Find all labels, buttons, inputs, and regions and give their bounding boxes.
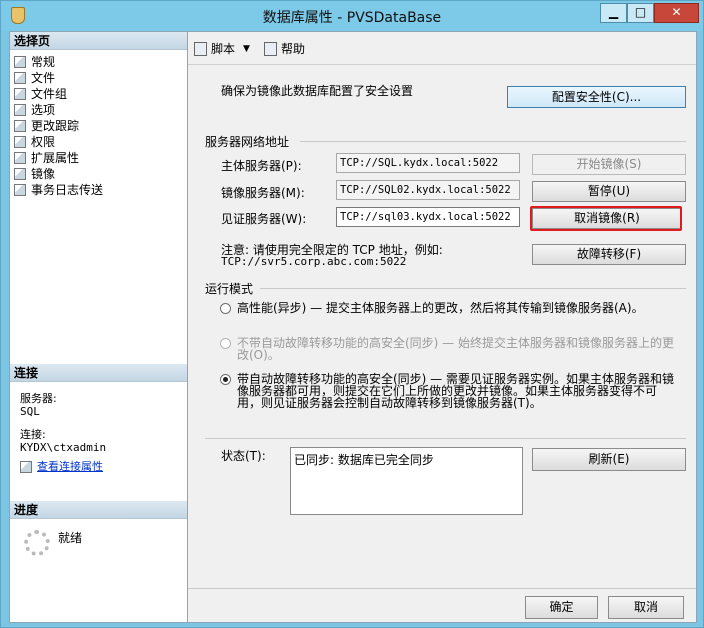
- page-item-log-shipping[interactable]: 事务日志传送: [14, 182, 103, 198]
- page-icon: [14, 152, 26, 164]
- page-icon: [14, 72, 26, 84]
- page-item-files[interactable]: 文件: [14, 70, 103, 86]
- high-safety-failover-label: 带自动故障转移功能的高安全(同步) — 需要见证服务器实例。如果主体服务器和镜像…: [237, 372, 674, 410]
- note-line-2: TCP://svr5.corp.abc.com:5022: [221, 255, 407, 268]
- progress-header: 进度: [10, 501, 187, 519]
- help-icon: [264, 41, 277, 56]
- close-button[interactable]: ✕: [654, 3, 699, 23]
- page-item-extended-properties[interactable]: 扩展属性: [14, 150, 103, 166]
- connection-label: 连接:: [20, 428, 46, 441]
- dialog-content: 选择页 常规 文件 文件组 选项 更改跟踪 权限 扩展属性 镜像 事务日志传送 …: [9, 31, 697, 623]
- page-item-change-tracking[interactable]: 更改跟踪: [14, 118, 103, 134]
- principal-server-label: 主体服务器(P):: [221, 159, 302, 173]
- cancel-button[interactable]: 取消: [608, 596, 684, 619]
- page-icon: [14, 184, 26, 196]
- script-icon: [194, 41, 207, 56]
- server-value: SQL: [20, 405, 40, 418]
- page-icon: [14, 104, 26, 116]
- refresh-button[interactable]: 刷新(E): [532, 448, 686, 471]
- left-panel: 选择页 常规 文件 文件组 选项 更改跟踪 权限 扩展属性 镜像 事务日志传送 …: [10, 32, 188, 622]
- page-icon: [14, 88, 26, 100]
- progress-spinner-icon: [24, 530, 50, 556]
- principal-server-field[interactable]: TCP://SQL.kydx.local:5022: [336, 153, 520, 173]
- page-icon: [14, 120, 26, 132]
- page-item-mirroring[interactable]: 镜像: [14, 166, 103, 182]
- failover-button[interactable]: 故障转移(F): [532, 244, 686, 265]
- page-list: 常规 文件 文件组 选项 更改跟踪 权限 扩展属性 镜像 事务日志传送: [14, 54, 103, 198]
- high-safety-no-failover-radio[interactable]: [220, 338, 231, 349]
- title-bar[interactable]: 数据库属性 - PVSDataBase ▁ □ ✕: [1, 1, 703, 31]
- mirror-server-label: 镜像服务器(M):: [221, 186, 305, 200]
- page-item-filegroups[interactable]: 文件组: [14, 86, 103, 102]
- page-icon: [14, 136, 26, 148]
- ok-button[interactable]: 确定: [525, 596, 598, 619]
- high-performance-label: 高性能(异步) — 提交主体服务器上的更改，然后将其传输到镜像服务器(A)。: [237, 301, 644, 315]
- minimize-button[interactable]: ▁: [600, 3, 627, 23]
- view-connection-properties-link[interactable]: 查看连接属性: [37, 460, 103, 473]
- high-safety-no-failover-label: 不带自动故障转移功能的高安全(同步) — 始终提交主体服务器和镜像服务器上的更改…: [237, 336, 674, 362]
- properties-window: 数据库属性 - PVSDataBase ▁ □ ✕ 选择页 常规 文件 文件组 …: [0, 0, 704, 628]
- connection-info: 服务器: SQL 连接: KYDX\ctxadmin 查看连接属性: [20, 392, 106, 473]
- configure-security-button[interactable]: 配置安全性(C)...: [507, 86, 686, 108]
- page-item-permissions[interactable]: 权限: [14, 134, 103, 150]
- group-divider: [300, 141, 686, 142]
- page-icon: [14, 56, 26, 68]
- server-label: 服务器:: [20, 392, 57, 405]
- page-item-options[interactable]: 选项: [14, 102, 103, 118]
- witness-server-field[interactable]: TCP://sql03.kydx.local:5022: [336, 207, 520, 227]
- footer-divider: [188, 588, 696, 589]
- script-button[interactable]: 脚本 ▼: [194, 40, 250, 57]
- page-item-general[interactable]: 常规: [14, 54, 103, 70]
- network-address-group: 服务器网络地址: [205, 135, 290, 149]
- pause-button[interactable]: 暂停(U): [532, 181, 686, 202]
- page-icon: [14, 168, 26, 180]
- status-label: 状态(T):: [221, 449, 266, 463]
- status-box: 已同步: 数据库已完全同步: [290, 447, 523, 515]
- high-safety-failover-radio[interactable]: [220, 374, 231, 385]
- highlight-box: [530, 206, 682, 231]
- connection-value: KYDX\ctxadmin: [20, 441, 107, 454]
- progress-status: 就绪: [58, 531, 83, 545]
- help-button[interactable]: 帮助: [264, 40, 305, 57]
- chevron-down-icon[interactable]: ▼: [243, 44, 250, 54]
- properties-icon: [20, 460, 32, 473]
- status-divider: [205, 438, 686, 439]
- group-divider: [260, 288, 686, 289]
- connection-header: 连接: [10, 364, 187, 382]
- toolbar: 脚本 ▼ 帮助: [188, 32, 696, 65]
- start-mirroring-button[interactable]: 开始镜像(S): [532, 154, 686, 175]
- witness-server-label: 见证服务器(W):: [221, 212, 307, 226]
- maximize-button[interactable]: □: [627, 3, 654, 23]
- select-page-header: 选择页: [10, 32, 187, 50]
- window-title: 数据库属性 - PVSDataBase: [262, 10, 442, 26]
- operating-mode-group: 运行模式: [205, 282, 254, 296]
- security-description: 确保为镜像此数据库配置了安全设置: [221, 84, 414, 98]
- high-performance-radio[interactable]: [220, 303, 231, 314]
- mirror-server-field[interactable]: TCP://SQL02.kydx.local:5022: [336, 180, 520, 200]
